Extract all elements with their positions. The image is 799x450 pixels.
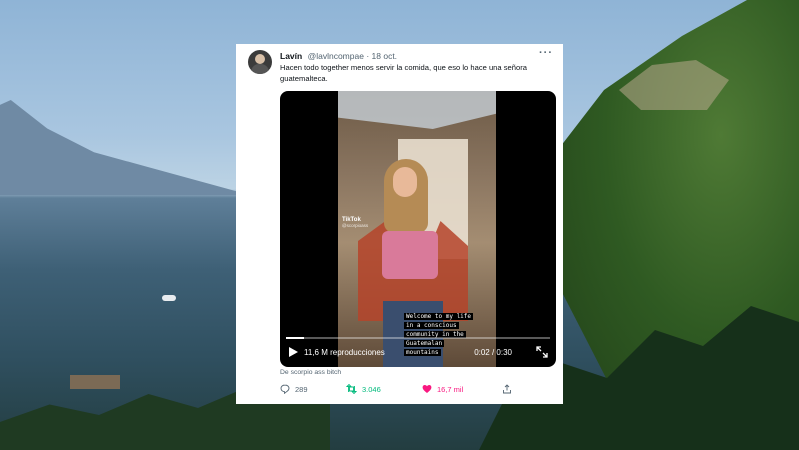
heart-icon bbox=[422, 385, 432, 393]
boat bbox=[162, 295, 176, 301]
retweet-icon bbox=[346, 384, 357, 394]
avatar[interactable] bbox=[248, 50, 272, 74]
video-player[interactable]: TikTok @scorpioass Welcome to my life in… bbox=[280, 91, 556, 367]
tweet-text: Hacen todo together menos servir la comi… bbox=[280, 63, 527, 83]
handle[interactable]: @lavlncompae bbox=[308, 51, 364, 61]
retweet-count: 3.046 bbox=[362, 384, 381, 394]
video-progress-fill bbox=[286, 337, 304, 339]
reply-icon bbox=[280, 384, 290, 394]
view-count: 11,6 M reproducciones bbox=[304, 348, 385, 357]
fullscreen-icon[interactable] bbox=[536, 346, 548, 358]
author-line: Lavín @lavlncompae · 18 oct. bbox=[280, 51, 397, 61]
share-button[interactable] bbox=[502, 384, 512, 394]
tweet-date[interactable]: 18 oct. bbox=[372, 51, 398, 61]
reply-button[interactable]: 289 bbox=[280, 384, 308, 394]
video-progress-bar[interactable] bbox=[286, 337, 550, 339]
display-name[interactable]: Lavín bbox=[280, 51, 302, 61]
like-button[interactable]: 16,7 mil bbox=[422, 384, 463, 394]
retweet-button[interactable]: 3.046 bbox=[346, 384, 381, 394]
more-options-icon[interactable]: ··· bbox=[539, 47, 553, 59]
video-controls: 11,6 M reproducciones 0:02 / 0:30 bbox=[280, 343, 556, 363]
separator: · bbox=[366, 51, 370, 61]
reply-count: 289 bbox=[295, 384, 308, 394]
tweet-actions: 289 3.046 16,7 mil bbox=[280, 384, 520, 398]
video-time: 0:02 / 0:30 bbox=[474, 348, 512, 357]
video-frame[interactable]: TikTok @scorpioass Welcome to my life in… bbox=[338, 91, 496, 367]
video-source[interactable]: De scorpio ass bitch bbox=[280, 369, 341, 376]
volcano bbox=[0, 100, 250, 195]
dock bbox=[70, 375, 120, 389]
share-icon bbox=[503, 384, 511, 394]
tiktok-watermark: TikTok @scorpioass bbox=[342, 217, 369, 228]
play-icon[interactable] bbox=[289, 347, 298, 357]
tweet-card: Lavín @lavlncompae · 18 oct. ··· Hacen t… bbox=[236, 44, 563, 404]
like-count: 16,7 mil bbox=[437, 384, 464, 394]
